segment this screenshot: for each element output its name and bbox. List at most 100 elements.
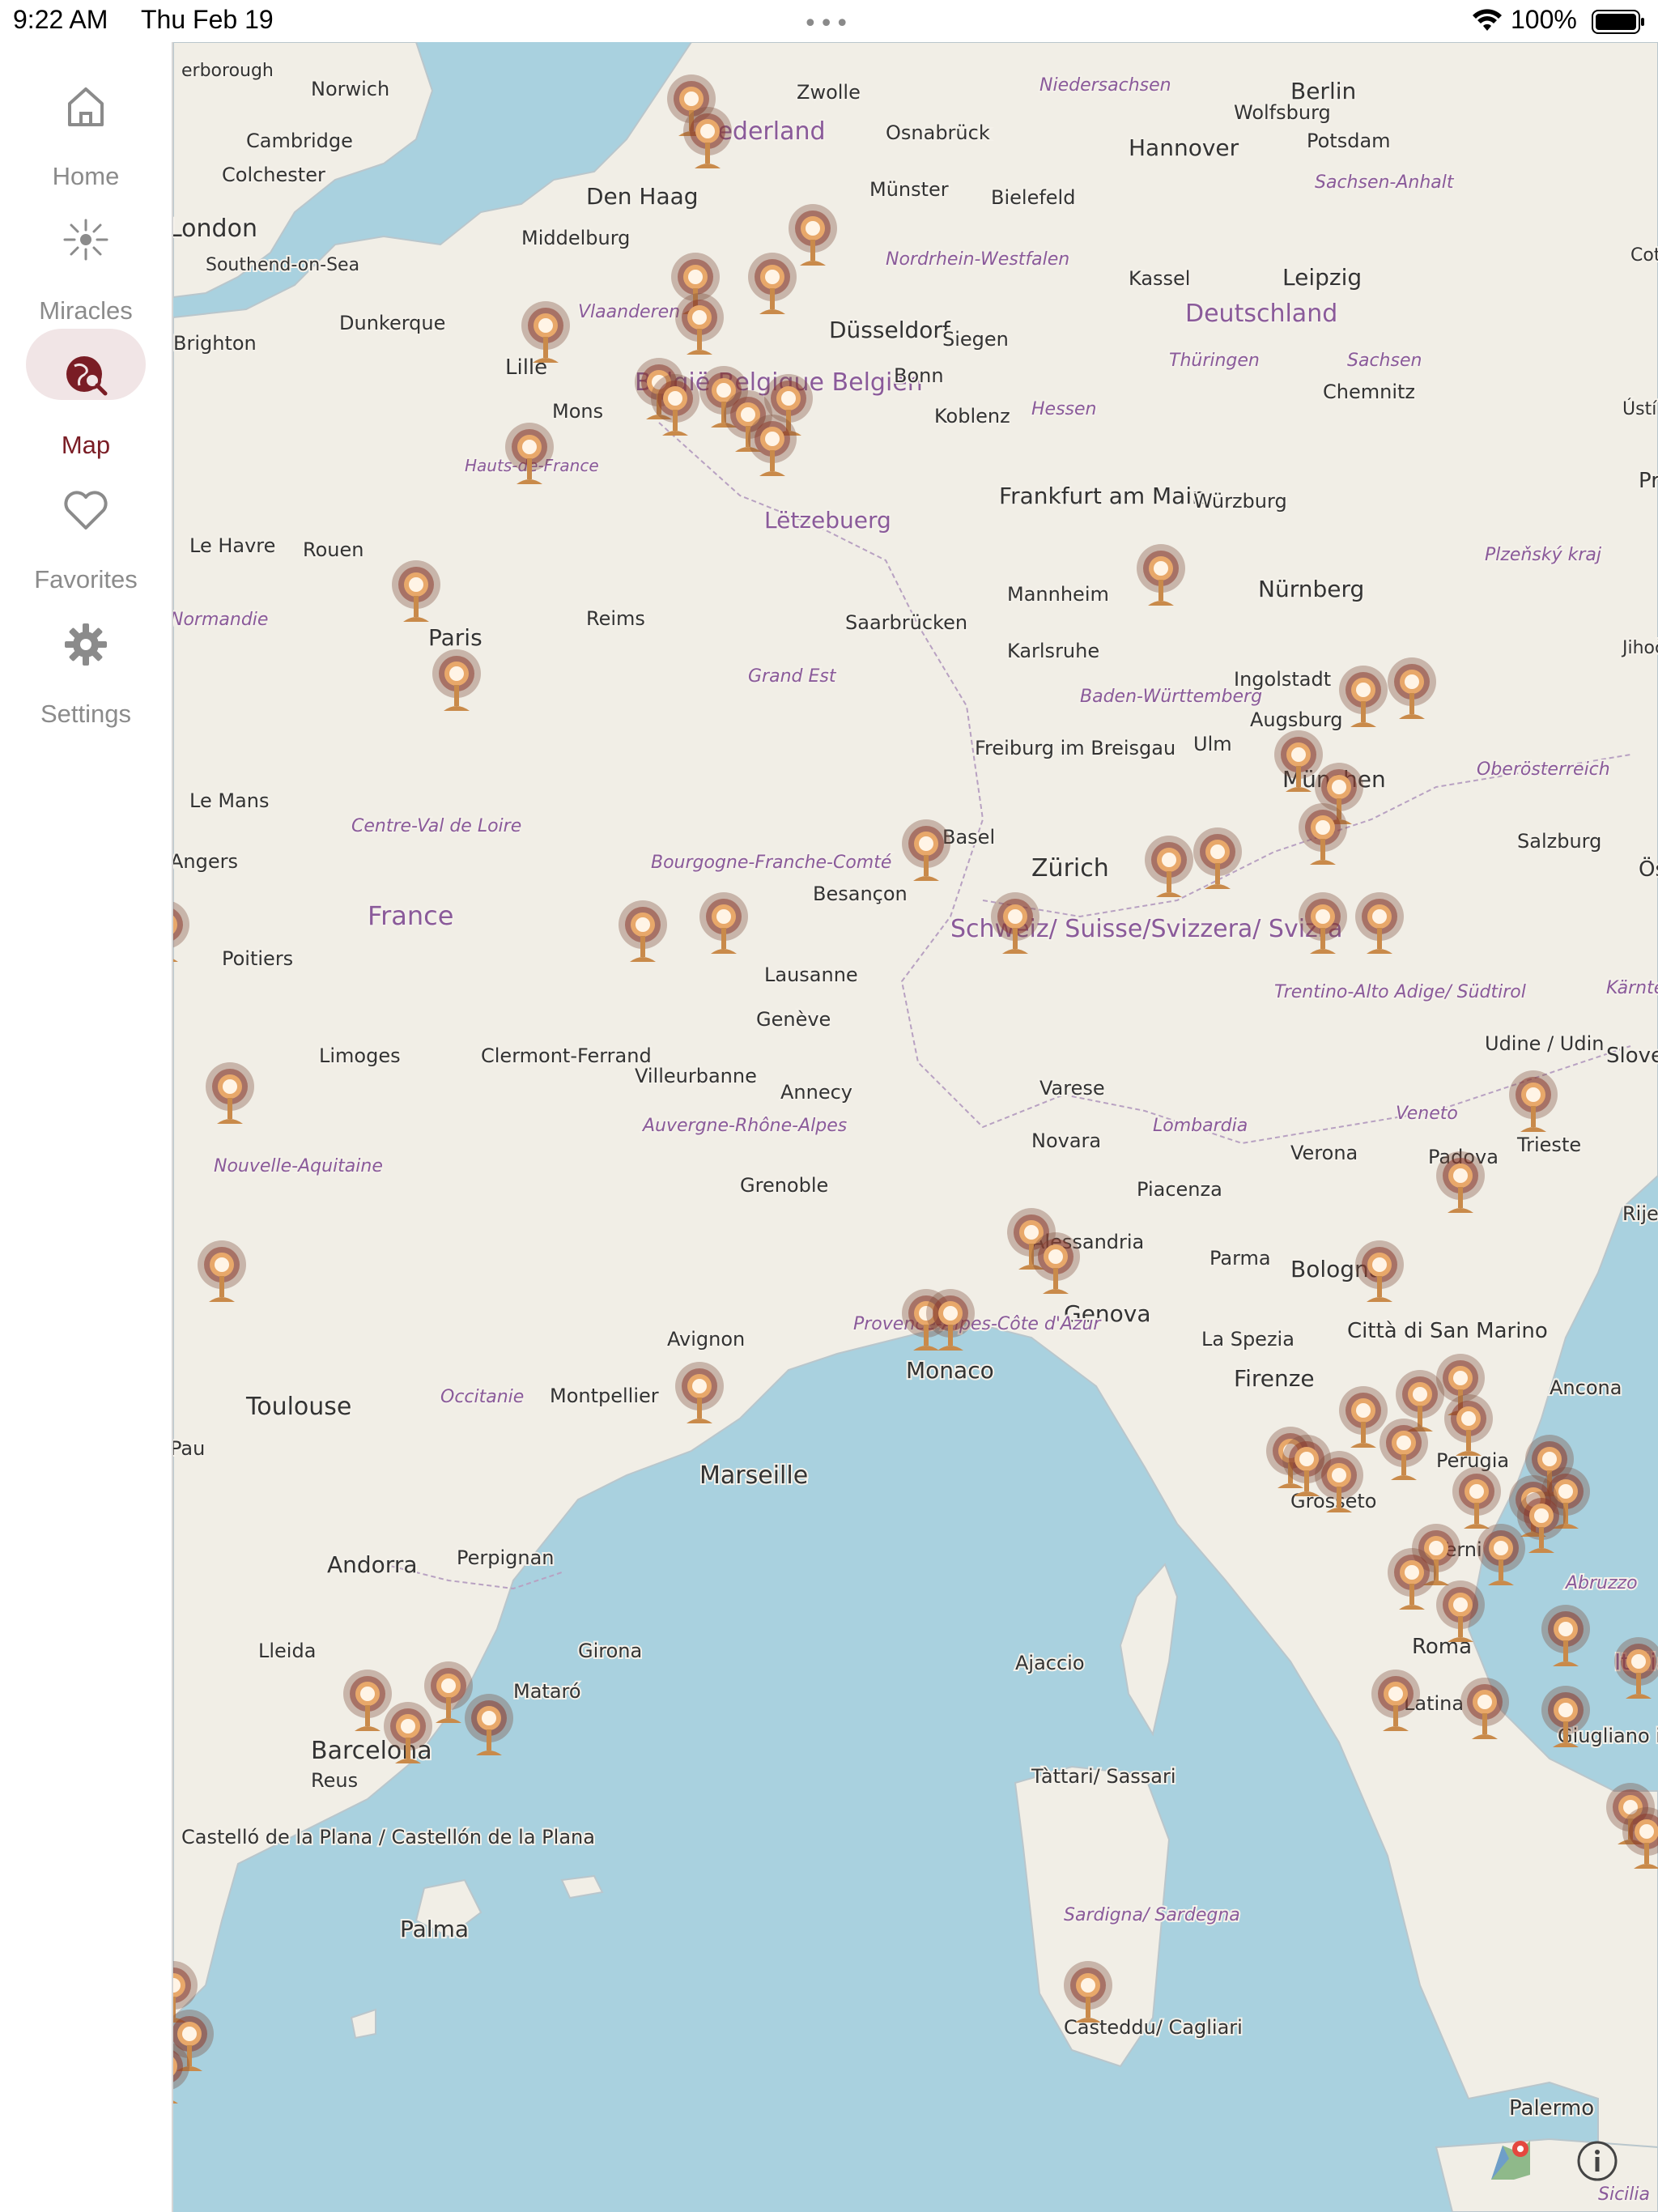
sidebar-item-label: Settings xyxy=(40,700,131,728)
info-icon xyxy=(1577,2141,1618,2181)
map-label: Plzeňský kraj xyxy=(1485,545,1602,565)
map-label: Mannheim xyxy=(1007,583,1109,606)
sidebar-item-label: Miracles xyxy=(39,296,133,325)
map-label: Kassel xyxy=(1129,267,1190,290)
map-label: Osnabrück xyxy=(886,121,990,144)
map-label: Hessen xyxy=(1031,399,1096,419)
home-icon xyxy=(68,87,104,126)
miracle-marker-icon[interactable] xyxy=(465,1694,513,1755)
sidebar-item-miracles[interactable]: Miracles xyxy=(0,201,172,325)
map-label: Sachsen xyxy=(1347,351,1422,371)
battery-icon xyxy=(1592,10,1644,34)
map-label: Leipzig xyxy=(1282,264,1362,291)
map-label: Bonn xyxy=(894,364,944,387)
map-label: Provence-Alpes-Côte d'Azur xyxy=(853,1314,1102,1334)
sidebar-item-label: Map xyxy=(61,431,111,459)
map-label: Besançon xyxy=(813,883,908,905)
miracle-marker-icon[interactable] xyxy=(1477,1524,1525,1585)
map-label: Zürich xyxy=(1031,854,1109,883)
map-label: France xyxy=(368,900,453,931)
map-label: London xyxy=(173,215,257,243)
map-label: Sicilia xyxy=(1598,2184,1650,2205)
map-info-button[interactable] xyxy=(1575,2139,1619,2183)
map-label: Varese xyxy=(1039,1077,1105,1100)
map-label: Cottbus Chóśeb xyxy=(1630,245,1658,266)
sidebar-item-favorites[interactable]: Favorites xyxy=(0,470,172,593)
map-label: Salzburg xyxy=(1517,830,1601,853)
map-label: Andorra xyxy=(327,1551,418,1578)
sidebar-item-home[interactable]: Home xyxy=(0,66,172,190)
map-label: Würzburg xyxy=(1193,490,1287,513)
map-label: Frankfurt am Main xyxy=(999,483,1206,509)
status-bar: 9:22 AM Thu Feb 19 ••• 100% xyxy=(0,0,1658,42)
map-label: Oberösterreich xyxy=(1477,759,1610,780)
map-label: Freiburg im Breisgau xyxy=(975,737,1175,759)
status-time: 9:22 AM xyxy=(13,5,108,34)
map-view[interactable]: erborough Norwich Cambridge Colchester Londo… xyxy=(173,42,1658,2212)
map-label: Nordrhein-Westfalen xyxy=(886,249,1069,270)
map-label: Niedersachsen xyxy=(1039,75,1171,96)
map-label: Girona xyxy=(578,1640,642,1662)
map-label: Villeurbanne xyxy=(635,1065,757,1087)
map-label: La Spezia xyxy=(1201,1328,1295,1351)
map-label: Düsseldorf xyxy=(829,317,951,343)
ibiza xyxy=(350,2008,376,2040)
map-label: Palermo xyxy=(1509,2096,1594,2121)
map-label: Grenoble xyxy=(740,1174,828,1197)
map-label: Le Mans xyxy=(189,789,269,812)
map-label: Münster xyxy=(869,178,949,201)
map-label: Southend-on-Sea xyxy=(206,255,359,275)
map-label: Annecy xyxy=(780,1081,852,1104)
map-search-icon xyxy=(66,356,108,396)
map-label: Brighton xyxy=(173,332,257,355)
maps-app-icon xyxy=(1491,2141,1530,2180)
map-label: Grand Est xyxy=(748,666,837,687)
map-label: Koblenz xyxy=(934,405,1010,428)
map-label: Lausanne xyxy=(764,963,858,986)
open-in-maps-button[interactable] xyxy=(1485,2134,1537,2186)
map-label: Limoges xyxy=(319,1044,401,1067)
map-label: Montpellier xyxy=(550,1385,659,1407)
map-label: Ingolstadt xyxy=(1234,668,1331,691)
map-label: Nouvelle-Aquitaine xyxy=(214,1156,383,1176)
map-label: Centre-Val de Loire xyxy=(351,816,521,836)
miracle-marker-icon[interactable] xyxy=(1541,1605,1590,1666)
map-label: Chemnitz xyxy=(1323,381,1415,403)
map-label: Trentino-Alto Adige/ Südtirol xyxy=(1274,982,1526,1002)
map-label: Sachsen-Anhalt xyxy=(1315,172,1455,193)
map-label: Clermont-Ferrand xyxy=(481,1044,652,1067)
sidebar-item-settings[interactable]: Settings xyxy=(0,604,172,728)
gear-icon xyxy=(65,623,107,666)
map-label: Jihoč xyxy=(1621,638,1658,658)
menorca xyxy=(560,1874,604,1899)
corsica xyxy=(1119,1563,1179,1737)
map-label: Lëtzebuerg xyxy=(764,507,891,534)
map-label: Udine / Udin xyxy=(1485,1032,1604,1055)
map-label: Kärnten xyxy=(1606,978,1658,998)
map-label: Cambridge xyxy=(246,130,353,152)
map-label: Ústí Labe xyxy=(1622,398,1658,419)
miracle-marker-icon[interactable] xyxy=(1614,1637,1658,1699)
map-label: Auvergne-Rhône-Alpes xyxy=(641,1116,847,1136)
map-label: Marseille xyxy=(699,1461,808,1490)
map-label: Paris xyxy=(428,624,483,651)
map-label: Thüringen xyxy=(1169,351,1260,371)
map-label: Norwich xyxy=(311,78,389,100)
map-label: Monaco xyxy=(906,1357,994,1384)
multitasking-dots-icon[interactable]: ••• xyxy=(803,10,851,38)
map-label: Siegen xyxy=(942,328,1009,351)
miracle-marker-icon[interactable] xyxy=(926,1289,975,1351)
map-label: Potsdam xyxy=(1307,130,1391,152)
map-label: Normandie xyxy=(173,610,268,630)
map-label: Lleida xyxy=(258,1640,316,1662)
map-label: Wolfsburg xyxy=(1234,101,1331,124)
map-label: Bourgogne-Franche-Comté xyxy=(651,853,891,873)
map-canvas[interactable]: erborough Norwich Cambridge Colchester Londo… xyxy=(173,42,1658,2212)
map-label: Karlsruhe xyxy=(1007,640,1099,662)
map-label: Pau xyxy=(173,1437,205,1460)
map-label: Lombardia xyxy=(1153,1116,1248,1136)
map-label: Nürnberg xyxy=(1258,576,1364,602)
sidebar-item-map[interactable]: Map xyxy=(0,335,172,459)
map-label: Reus xyxy=(311,1769,358,1792)
map-label: Ajaccio xyxy=(1015,1652,1085,1674)
